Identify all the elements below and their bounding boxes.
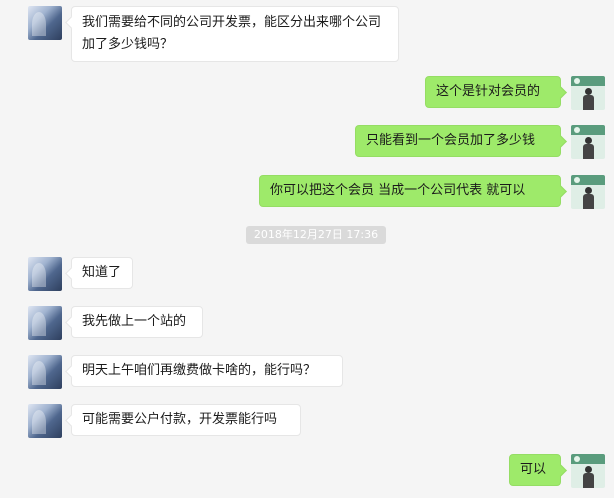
message-bubble-outgoing[interactable]: 可以 [509, 454, 561, 486]
message-text: 只能看到一个会员加了多少钱 [366, 133, 536, 148]
person-body-icon [583, 473, 594, 488]
person-head-icon [585, 137, 592, 144]
message-bubble-outgoing[interactable]: 只能看到一个会员加了多少钱 [355, 125, 561, 157]
message-bubble-incoming[interactable]: 可能需要公户付款，开发票能行吗 [71, 404, 301, 436]
contact-avatar[interactable] [28, 306, 62, 340]
logo-icon [574, 127, 580, 133]
message-text: 你可以把这个会员 当成一个公司代表 就可以 [270, 183, 526, 198]
logo-icon [574, 456, 580, 462]
message-text: 可能需要公户付款，开发票能行吗 [82, 412, 278, 427]
person-head-icon [585, 466, 592, 473]
message-bubble-incoming[interactable]: 明天上午咱们再缴费做卡啥的，能行吗？ [71, 355, 343, 387]
person-body-icon [583, 144, 594, 159]
own-avatar[interactable] [571, 125, 605, 159]
person-head-icon [585, 187, 592, 194]
person-head-icon [585, 88, 592, 95]
contact-avatar[interactable] [28, 257, 62, 291]
logo-icon [574, 78, 580, 84]
own-avatar[interactable] [571, 175, 605, 209]
own-avatar[interactable] [571, 454, 605, 488]
contact-avatar[interactable] [28, 6, 62, 40]
chat-window: { "chat": { "timestamp": "2018年12月27日 17… [0, 0, 614, 498]
message-text: 我先做上一个站的 [82, 314, 187, 329]
message-bubble-incoming[interactable]: 我先做上一个站的 [71, 306, 203, 338]
logo-icon [574, 177, 580, 183]
message-bubble-incoming[interactable]: 我们需要给不同的公司开发票，能区分出来哪个公司加了多少钱吗？ [71, 6, 399, 62]
message-bubble-outgoing[interactable]: 这个是针对会员的 [425, 76, 561, 108]
message-bubble-outgoing[interactable]: 你可以把这个会员 当成一个公司代表 就可以 [259, 175, 561, 207]
own-avatar[interactable] [571, 76, 605, 110]
person-body-icon [583, 95, 594, 110]
message-text: 这个是针对会员的 [436, 84, 541, 99]
person-body-icon [583, 194, 594, 209]
timestamp-label: 2018年12月27日 17:36 [246, 226, 386, 244]
message-text: 知道了 [82, 265, 122, 280]
contact-avatar[interactable] [28, 404, 62, 438]
message-text: 可以 [520, 462, 547, 477]
message-text: 明天上午咱们再缴费做卡啥的，能行吗？ [82, 363, 317, 378]
message-text: 我们需要给不同的公司开发票，能区分出来哪个公司加了多少钱吗？ [82, 15, 382, 52]
contact-avatar[interactable] [28, 355, 62, 389]
message-bubble-incoming[interactable]: 知道了 [71, 257, 133, 289]
